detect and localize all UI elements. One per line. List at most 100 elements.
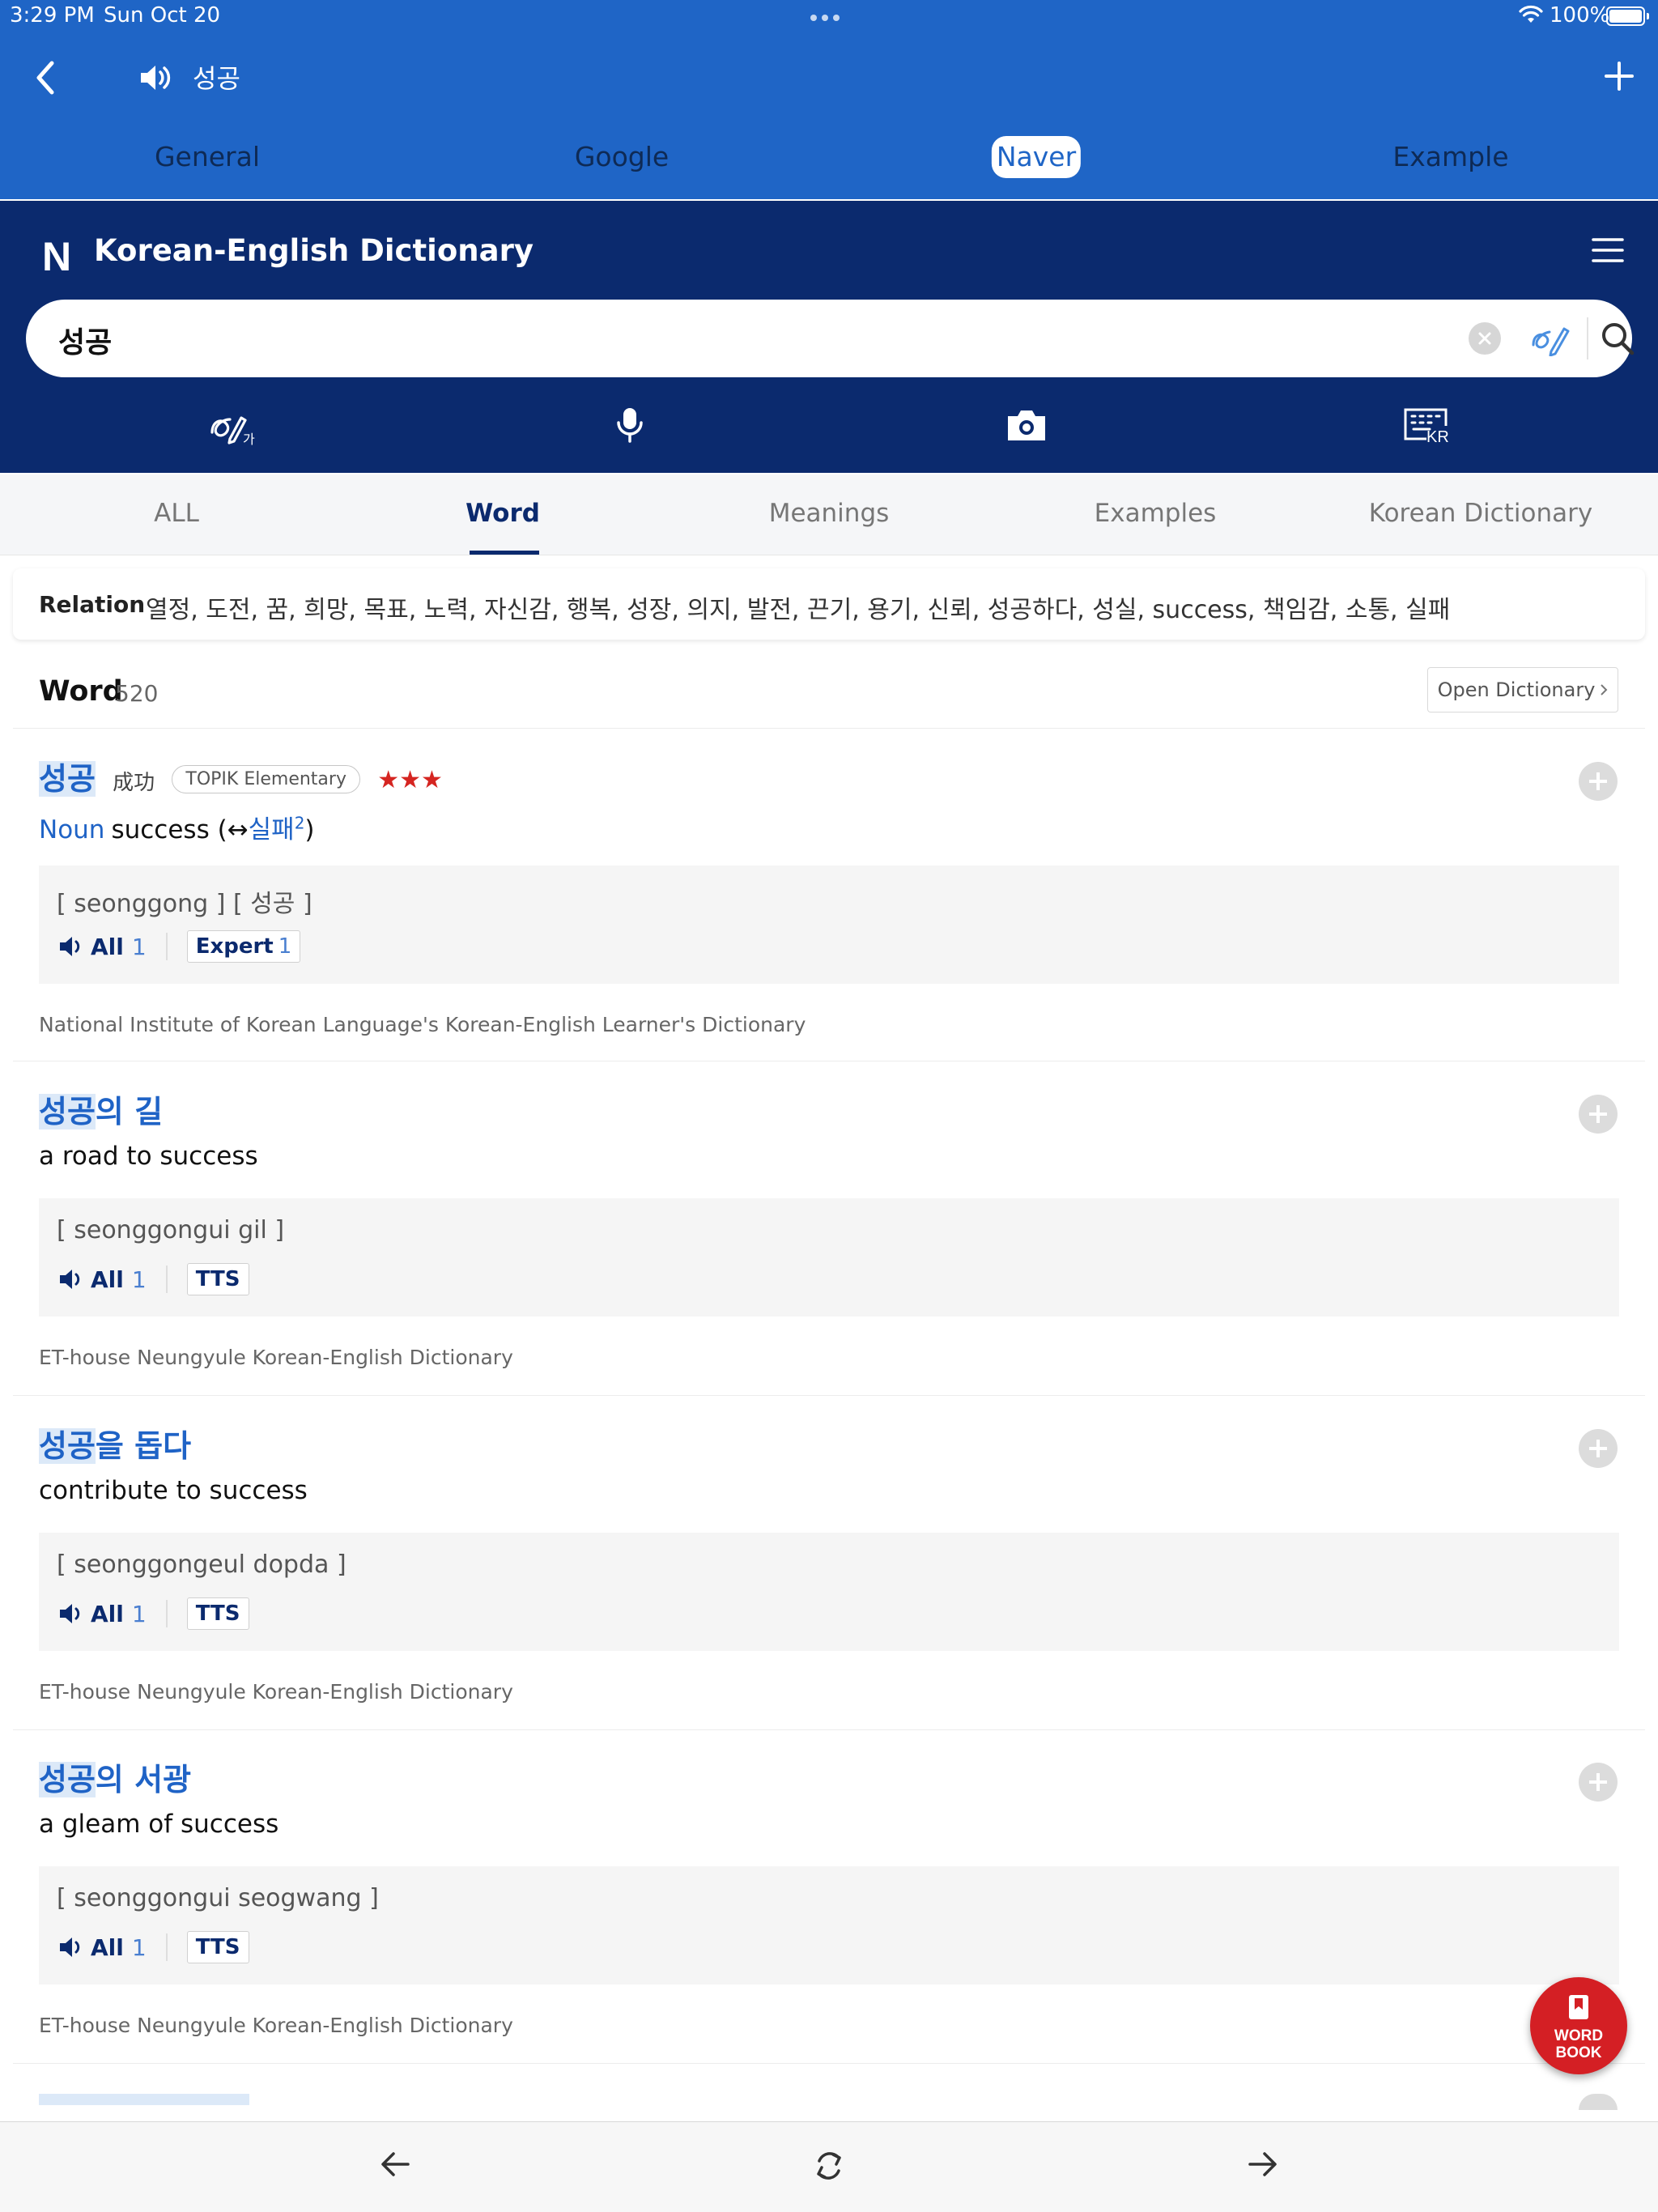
multitask-dots-icon[interactable] [810, 15, 840, 21]
audio-controls: All 1 TTS [58, 1263, 249, 1295]
tts-audio-tag[interactable]: TTS [186, 1263, 249, 1295]
dictionary-source[interactable]: ET-house Neungyule Korean-English Dictio… [39, 2014, 513, 2037]
audio-controls: All 1 TTS [58, 1931, 249, 1963]
entry-headword[interactable]: 성공의 서광 [39, 1755, 191, 1799]
status-bar: 3:29 PM Sun Oct 20 100% [0, 0, 1658, 34]
audio-controls: All 1 TTS [58, 1597, 249, 1630]
handwriting-icon[interactable]: 가 [207, 406, 256, 447]
wifi-icon [1519, 5, 1543, 24]
entry-meaning: a road to success [39, 1142, 258, 1171]
camera-icon[interactable] [1005, 406, 1048, 444]
word-entry[interactable]: 성공의 서광 a gleam of success [ seonggongui … [13, 1730, 1645, 2064]
speaker-icon [60, 1270, 80, 1289]
arrow-left-icon[interactable] [377, 2146, 413, 2182]
add-to-wordbook-button[interactable] [1579, 1429, 1618, 1468]
word-section-header: Word 520 Open Dictionary [13, 654, 1645, 729]
speaker-icon [60, 1938, 80, 1957]
back-chevron-icon[interactable] [31, 58, 60, 97]
expert-audio-tag[interactable]: Expert 1 [186, 930, 301, 963]
audio-divider [165, 1933, 168, 1961]
add-to-wordbook-button[interactable] [1579, 1763, 1618, 1802]
word-section-title: Word [39, 675, 123, 708]
word-entry[interactable]: 성공을 돕다 contribute to success [ seonggong… [13, 1397, 1645, 1730]
next-entry-plus-cutoff [1579, 2094, 1618, 2110]
clear-search-icon[interactable] [1469, 322, 1501, 355]
next-entry-cutoff [39, 2094, 249, 2105]
tab-examples[interactable]: Examples [1095, 499, 1217, 528]
handwriting-input-icon[interactable] [1530, 321, 1571, 356]
word-results-card: Word 520 Open Dictionary 성공 成功 TOPIK Ele… [13, 654, 1645, 2120]
entry-meaning: a gleam of success [39, 1810, 279, 1839]
input-tools: 가 KR [0, 400, 1658, 457]
play-all-audio-button[interactable]: All 1 [58, 1601, 147, 1627]
audio-divider [165, 933, 168, 960]
word-section-count: 520 [115, 680, 159, 707]
open-dictionary-button[interactable]: Open Dictionary [1427, 667, 1618, 713]
topik-badge: TOPIK Elementary [172, 765, 360, 793]
bookmark-icon [1567, 1993, 1590, 2021]
pronunciation-box: [ seonggongui seogwang ] All 1 TTS [39, 1866, 1619, 1984]
content-tabs: ALL Word Meanings Examples Korean Dictio… [0, 474, 1658, 555]
entry-headword[interactable]: 성공을 돕다 [39, 1421, 191, 1465]
importance-stars: ★★★ [377, 766, 443, 794]
add-to-wordbook-button[interactable] [1579, 1095, 1618, 1134]
search-icon[interactable] [1598, 319, 1637, 358]
tab-all[interactable]: ALL [154, 499, 199, 528]
active-tab-indicator [470, 551, 539, 555]
tts-audio-tag[interactable]: TTS [186, 1597, 249, 1630]
arrow-right-icon[interactable] [1245, 2146, 1281, 2182]
play-all-audio-button[interactable]: All 1 [58, 1266, 147, 1293]
word-entry[interactable]: 성공의 길 a road to success [ seonggongui gi… [13, 1062, 1645, 1396]
entry-meaning: Noun success (↔실패2) [39, 813, 315, 844]
tab-word[interactable]: Word [466, 499, 540, 528]
keyboard-kr-icon[interactable]: KR [1402, 406, 1451, 444]
nav-query-title: 성공 [193, 63, 240, 94]
word-book-label: WORD BOOK [1554, 2027, 1604, 2061]
word-entry[interactable]: 성공 成功 TOPIK Elementary ★★★ Noun success (… [13, 730, 1645, 1061]
antonym-link[interactable]: 실패2 [249, 814, 305, 844]
tts-audio-tag[interactable]: TTS [186, 1931, 249, 1963]
audio-controls: All 1 Expert 1 [58, 930, 301, 963]
dictionary-title[interactable]: Korean-English Dictionary [94, 233, 534, 268]
pronunciation-text: [ seonggongui seogwang ] [57, 1884, 379, 1912]
entry-meaning: contribute to success [39, 1476, 308, 1505]
hamburger-menu-icon[interactable] [1592, 236, 1624, 264]
tab-meanings[interactable]: Meanings [769, 499, 890, 528]
svg-text:가: 가 [243, 432, 255, 447]
tab-example[interactable]: Example [1389, 136, 1511, 178]
search-box[interactable]: 성공 [26, 300, 1635, 377]
plus-icon[interactable] [1603, 60, 1635, 92]
dictionary-source[interactable]: National Institute of Korean Language's … [39, 1013, 806, 1036]
entry-headword[interactable]: 성공의 길 [39, 1087, 163, 1131]
microphone-icon[interactable] [614, 405, 646, 445]
speaker-icon[interactable] [138, 62, 173, 94]
entry-headword[interactable]: 성공 成功 TOPIK Elementary ★★★ [39, 754, 443, 798]
part-of-speech: Noun [39, 815, 105, 844]
audio-divider [165, 1266, 168, 1293]
relation-words[interactable]: 열정, 도전, 꿈, 희망, 목표, 노력, 자신감, 행복, 성장, 의지, … [146, 589, 1450, 625]
tab-naver[interactable]: Naver [991, 136, 1082, 178]
search-input[interactable]: 성공 [58, 319, 112, 361]
tab-general[interactable]: General [151, 136, 263, 178]
svg-text:KR: KR [1426, 428, 1449, 444]
dictionary-source[interactable]: ET-house Neungyule Korean-English Dictio… [39, 1346, 513, 1369]
dictionary-source[interactable]: ET-house Neungyule Korean-English Dictio… [39, 1680, 513, 1704]
audio-divider [165, 1600, 168, 1627]
pronunciation-text: [ seonggongui gil ] [57, 1216, 285, 1244]
word-book-button[interactable]: WORD BOOK [1530, 1977, 1627, 2074]
add-to-wordbook-button[interactable] [1579, 762, 1618, 801]
tab-google[interactable]: Google [572, 136, 672, 178]
open-dictionary-label: Open Dictionary [1437, 678, 1596, 701]
tab-korean-dictionary[interactable]: Korean Dictionary [1369, 499, 1592, 528]
refresh-icon[interactable] [811, 2146, 847, 2185]
play-all-audio-button[interactable]: All 1 [58, 1934, 147, 1961]
source-tabs: General Google Naver Example [0, 136, 1658, 185]
status-time: 3:29 PM [10, 3, 95, 28]
pronunciation-text: [ seonggongeul dopda ] [57, 1551, 346, 1579]
relation-bar: Relation 열정, 도전, 꿈, 희망, 목표, 노력, 자신감, 행복,… [13, 568, 1645, 640]
play-all-audio-button[interactable]: All 1 [58, 934, 147, 960]
battery-icon [1606, 6, 1649, 26]
naver-logo[interactable]: N [42, 233, 71, 280]
battery-percent: 100% [1550, 3, 1610, 28]
bottom-toolbar [0, 2121, 1658, 2212]
